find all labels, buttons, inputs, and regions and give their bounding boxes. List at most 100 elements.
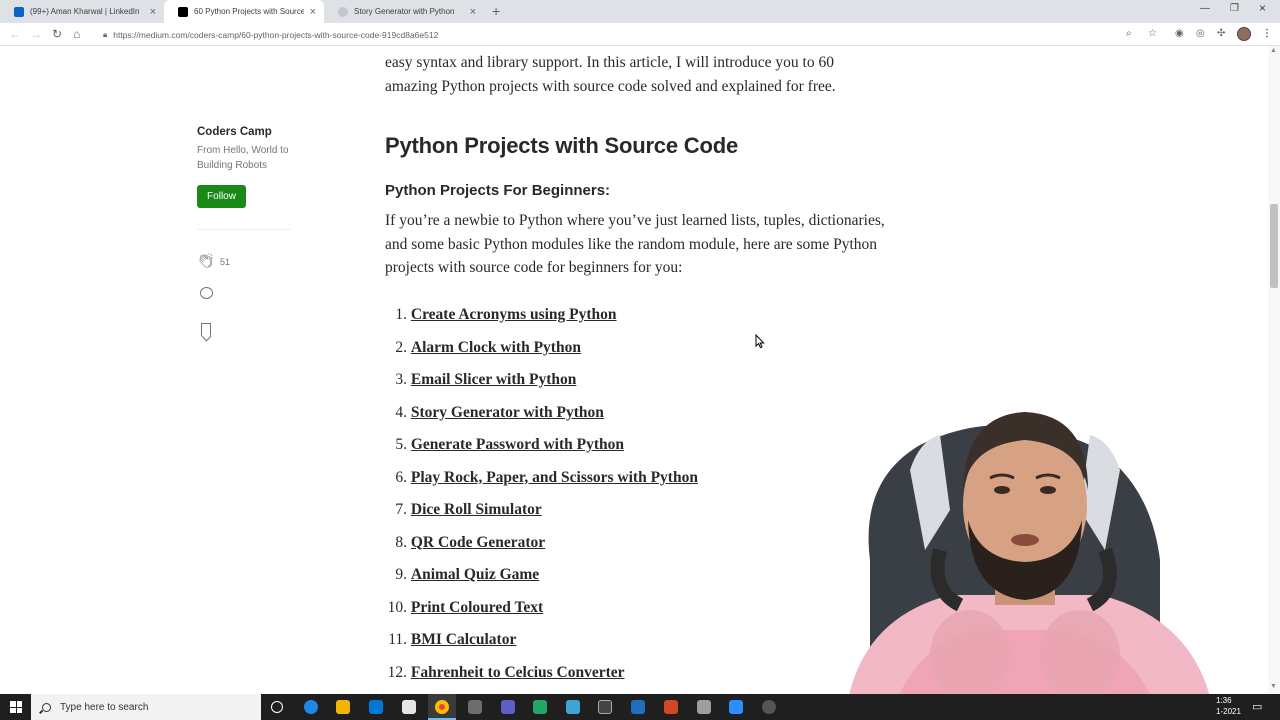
project-link[interactable]: Alarm Clock with Python [411, 336, 581, 369]
home-icon[interactable]: ⌂ [73, 27, 80, 41]
list-item: 5. Generate Password with Python [385, 433, 885, 466]
powerpoint-icon[interactable] [664, 700, 678, 714]
minimize-icon[interactable]: — [1200, 3, 1210, 14]
clap-icon[interactable]: 👏︎ [197, 252, 215, 269]
tab-linkedin[interactable]: (99+) Aman Kharwal | LinkedIn × [0, 0, 164, 23]
tab-title: 60 Python Projects with Source Code [194, 7, 304, 16]
project-link[interactable]: Dice Roll Simulator [411, 498, 542, 531]
webcam-overlay [845, 412, 1215, 720]
list-item: 8. QR Code Generator [385, 531, 885, 564]
list-number: 9. [395, 566, 407, 583]
project-link[interactable]: Print Coloured Text [411, 596, 543, 629]
new-tab-icon[interactable]: + [492, 3, 500, 19]
linkedin-icon [14, 6, 24, 17]
store-icon[interactable] [402, 700, 416, 714]
list-item: 4. Story Generator with Python [385, 401, 885, 434]
project-link[interactable]: Play Rock, Paper, and Scissors with Pyth… [411, 466, 698, 499]
divider [197, 229, 291, 230]
clap-count: 51 [220, 257, 231, 267]
address-bar[interactable]: 🔒︎ https://medium.com/coders-camp/60-pyt… [95, 25, 1145, 44]
cortana-icon[interactable] [271, 701, 283, 713]
puzzle-icon[interactable]: ✣ [1217, 28, 1225, 39]
clock-time[interactable]: 1:36 [1216, 696, 1232, 705]
notification-icon[interactable]: ▭ [1252, 700, 1262, 713]
list-number: 5. [395, 436, 407, 453]
file-explorer-icon[interactable] [336, 700, 350, 714]
page-icon [338, 6, 348, 17]
windows-start-icon[interactable] [10, 701, 22, 713]
scroll-up-icon[interactable]: ▲ [1270, 47, 1277, 54]
edge-icon[interactable] [304, 700, 318, 714]
menu-icon[interactable]: ⋮ [1262, 28, 1272, 39]
close-window-icon[interactable]: × [1259, 1, 1266, 15]
terminal-icon[interactable] [598, 700, 612, 714]
publication-name[interactable]: Coders Camp [197, 126, 272, 138]
project-link[interactable]: BMI Calculator [411, 628, 516, 661]
mouse-cursor-icon [755, 334, 765, 349]
close-tab-icon[interactable]: × [150, 6, 156, 18]
intro-paragraph: easy syntax and library support. In this… [385, 54, 836, 95]
zoom-icon[interactable]: ⌕ [1126, 28, 1132, 39]
list-number: 2. [395, 338, 407, 356]
restore-icon[interactable]: ❐ [1230, 3, 1239, 14]
search-placeholder: Type here to search [60, 701, 149, 713]
project-link[interactable]: Story Generator with Python [411, 401, 604, 434]
list-number: 12. [387, 663, 407, 681]
close-tab-icon[interactable]: × [470, 6, 476, 18]
scrollbar-thumb[interactable] [1270, 204, 1278, 288]
project-link[interactable]: Fahrenheit to Celcius Converter [411, 661, 625, 694]
zoom-icon[interactable] [729, 700, 743, 714]
tab-title: (99+) Aman Kharwal | LinkedIn [30, 7, 140, 16]
scrollbar[interactable] [1268, 46, 1280, 694]
project-link[interactable]: Generate Password with Python [411, 433, 624, 466]
extension-icon[interactable]: ◉ [1175, 28, 1184, 39]
clock-date[interactable]: 1-2021 [1216, 707, 1241, 716]
project-link[interactable]: QR Code Generator [411, 531, 545, 564]
search-icon [42, 702, 51, 712]
list-number: 10. [387, 598, 407, 616]
app-icon[interactable] [468, 700, 482, 714]
list-number: 1. [395, 306, 407, 323]
url-text: https://medium.com/coders-camp/60-python… [113, 29, 439, 40]
scroll-down-icon[interactable]: ▼ [1270, 683, 1277, 690]
bookmark-icon[interactable] [201, 323, 211, 336]
list-number: 3. [395, 371, 407, 388]
subheading: Python Projects For Beginners: [385, 182, 611, 199]
list-number: 6. [395, 468, 407, 486]
list-item: 9. Animal Quiz Game [385, 563, 885, 596]
star-icon[interactable]: ☆ [1148, 28, 1157, 39]
close-tab-icon[interactable]: × [310, 6, 316, 18]
forward-icon[interactable]: → [30, 27, 42, 41]
list-item: 12. Fahrenheit to Celcius Converter [385, 661, 885, 694]
tab-story-generator[interactable]: Story Generator with Python × [324, 0, 484, 23]
follow-button[interactable]: Follow [197, 185, 246, 208]
list-item: 6. Play Rock, Paper, and Scissors with P… [385, 466, 885, 499]
app-icon[interactable] [697, 700, 711, 714]
list-item: 7. Dice Roll Simulator [385, 498, 885, 531]
teams-icon[interactable] [501, 700, 515, 714]
project-link[interactable]: Email Slicer with Python [411, 368, 576, 401]
comment-icon[interactable] [200, 287, 213, 299]
beginners-paragraph: If you’re a newbie to Python where you’v… [385, 212, 885, 276]
browser-toolbar: ← → ↻ ⌂ 🔒︎ https://medium.com/coders-cam… [0, 23, 1280, 46]
list-number: 8. [395, 533, 407, 551]
back-icon[interactable]: ← [9, 27, 21, 41]
tab-medium-article[interactable]: 60 Python Projects with Source Code × [164, 0, 324, 23]
app-icon[interactable] [566, 700, 580, 714]
app-icon[interactable] [533, 700, 547, 714]
taskbar-search-box[interactable]: Type here to search [31, 694, 261, 720]
mail-icon[interactable] [369, 700, 383, 714]
project-link[interactable]: Animal Quiz Game [411, 563, 539, 596]
project-link[interactable]: Create Acronyms using Python [411, 303, 617, 336]
app-icon[interactable] [631, 700, 645, 714]
extension-icon[interactable]: ◎ [1196, 28, 1205, 39]
project-list: 1. Create Acronyms using Python 2. Alarm… [385, 303, 885, 693]
profile-avatar[interactable] [1237, 27, 1251, 41]
list-number: 4. [395, 403, 407, 421]
chrome-icon[interactable] [435, 700, 449, 714]
reload-icon[interactable]: ↻ [52, 27, 62, 41]
app-icon[interactable] [762, 700, 776, 714]
list-number: 7. [395, 501, 407, 518]
list-item: 11. BMI Calculator [385, 628, 885, 661]
list-item: 3. Email Slicer with Python [385, 368, 885, 401]
